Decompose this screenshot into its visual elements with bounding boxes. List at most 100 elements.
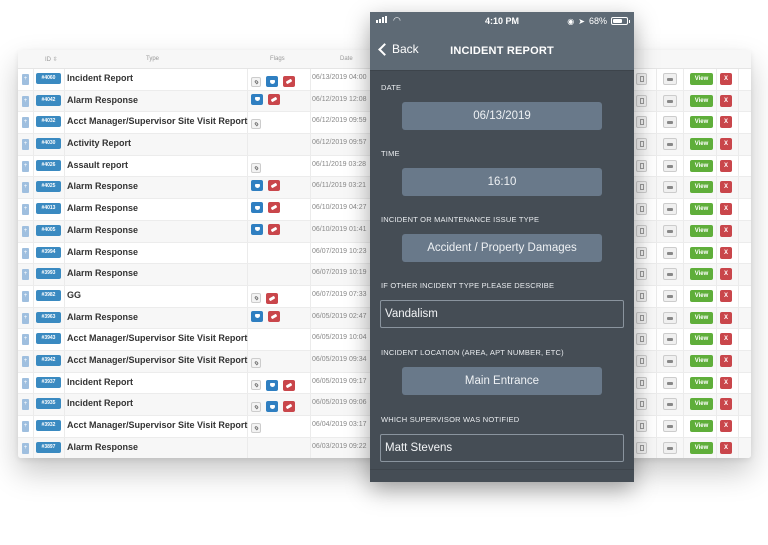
- expand-row-button[interactable]: +: [22, 182, 29, 194]
- view-button[interactable]: View: [690, 73, 713, 85]
- map-pin-icon[interactable]: [251, 119, 261, 130]
- id-badge[interactable]: #4013: [36, 203, 61, 215]
- id-badge[interactable]: #4032: [36, 116, 61, 128]
- tag-icon[interactable]: [283, 379, 295, 391]
- expand-row-button[interactable]: +: [22, 204, 29, 216]
- expand-row-button[interactable]: +: [22, 247, 29, 259]
- email-icon[interactable]: [663, 441, 677, 454]
- pdf-icon[interactable]: [636, 138, 647, 151]
- expand-row-button[interactable]: +: [22, 74, 29, 85]
- pdf-icon[interactable]: [636, 159, 647, 172]
- pdf-icon[interactable]: [636, 203, 647, 216]
- map-pin-icon[interactable]: [251, 423, 261, 433]
- expand-row-button[interactable]: +: [22, 290, 29, 302]
- pdf-icon[interactable]: [636, 420, 647, 432]
- delete-button[interactable]: X: [720, 159, 732, 172]
- map-pin-icon[interactable]: [251, 380, 261, 391]
- email-icon[interactable]: [663, 354, 677, 367]
- expand-row-button[interactable]: +: [22, 160, 29, 172]
- email-icon[interactable]: [663, 376, 677, 389]
- expand-row-button[interactable]: +: [22, 95, 29, 107]
- tag-icon[interactable]: [268, 223, 280, 235]
- view-button[interactable]: View: [690, 203, 713, 216]
- shield-icon[interactable]: [266, 379, 278, 391]
- email-icon[interactable]: [663, 398, 677, 411]
- view-button[interactable]: View: [690, 420, 713, 432]
- expand-row-button[interactable]: +: [22, 312, 29, 324]
- email-icon[interactable]: [663, 333, 677, 346]
- delete-button[interactable]: X: [720, 333, 732, 346]
- id-badge[interactable]: #3982: [36, 289, 61, 301]
- delete-button[interactable]: X: [720, 224, 732, 237]
- expand-row-button[interactable]: +: [22, 355, 29, 367]
- map-pin-icon[interactable]: [251, 76, 261, 87]
- expand-row-button[interactable]: +: [22, 442, 29, 454]
- view-button[interactable]: View: [690, 398, 713, 411]
- pdf-icon[interactable]: [636, 354, 647, 367]
- id-badge[interactable]: #3932: [36, 420, 61, 431]
- delete-button[interactable]: X: [720, 398, 732, 411]
- id-badge[interactable]: #3937: [36, 376, 61, 388]
- delete-button[interactable]: X: [720, 354, 732, 367]
- map-pin-icon[interactable]: [251, 357, 261, 368]
- expand-row-button[interactable]: +: [22, 225, 29, 237]
- view-button[interactable]: View: [690, 224, 713, 237]
- column-header-id[interactable]: ID ⇳: [45, 56, 58, 63]
- email-icon[interactable]: [663, 203, 677, 216]
- delete-button[interactable]: X: [720, 311, 732, 324]
- email-icon[interactable]: [663, 73, 677, 85]
- pdf-icon[interactable]: [636, 181, 647, 194]
- tag-icon[interactable]: [283, 401, 295, 413]
- expand-row-button[interactable]: +: [22, 139, 29, 151]
- map-pin-icon[interactable]: [251, 293, 261, 304]
- email-icon[interactable]: [663, 224, 677, 237]
- view-button[interactable]: View: [690, 289, 713, 302]
- shield-icon[interactable]: [251, 223, 263, 235]
- expand-row-button[interactable]: +: [22, 117, 29, 129]
- email-icon[interactable]: [663, 181, 677, 194]
- email-icon[interactable]: [663, 159, 677, 172]
- view-button[interactable]: View: [690, 268, 713, 281]
- pdf-icon[interactable]: [636, 73, 647, 85]
- view-button[interactable]: View: [690, 138, 713, 151]
- id-badge[interactable]: #4026: [36, 159, 61, 171]
- delete-button[interactable]: X: [720, 94, 732, 107]
- shield-icon[interactable]: [251, 93, 263, 105]
- id-badge[interactable]: #3897: [36, 441, 61, 453]
- tag-icon[interactable]: [268, 202, 280, 214]
- pdf-icon[interactable]: [636, 398, 647, 411]
- tag-icon[interactable]: [268, 310, 280, 322]
- email-icon[interactable]: [663, 138, 677, 151]
- expand-row-button[interactable]: +: [22, 334, 29, 346]
- id-badge[interactable]: #3942: [36, 354, 61, 366]
- expand-row-button[interactable]: +: [22, 269, 29, 281]
- view-button[interactable]: View: [690, 441, 713, 454]
- delete-button[interactable]: X: [720, 441, 732, 454]
- delete-button[interactable]: X: [720, 246, 732, 259]
- sort-updown-icon[interactable]: ⇳: [53, 57, 58, 63]
- id-badge[interactable]: #4005: [36, 224, 61, 236]
- expand-row-button[interactable]: +: [22, 377, 29, 389]
- supervisor-input[interactable]: Matt Stevens: [380, 434, 624, 462]
- delete-button[interactable]: X: [720, 203, 732, 216]
- shield-icon[interactable]: [251, 202, 263, 214]
- id-badge[interactable]: #4060: [36, 73, 61, 84]
- pdf-icon[interactable]: [636, 268, 647, 281]
- email-icon[interactable]: [663, 289, 677, 302]
- delete-button[interactable]: X: [720, 289, 732, 302]
- delete-button[interactable]: X: [720, 181, 732, 194]
- shield-icon[interactable]: [266, 76, 278, 87]
- tag-icon[interactable]: [283, 76, 295, 87]
- pdf-icon[interactable]: [636, 289, 647, 302]
- location-picker[interactable]: Main Entrance: [402, 367, 602, 395]
- id-badge[interactable]: #3994: [36, 246, 61, 258]
- delete-button[interactable]: X: [720, 116, 732, 129]
- expand-row-button[interactable]: +: [22, 399, 29, 411]
- map-pin-icon[interactable]: [251, 401, 261, 412]
- email-icon[interactable]: [663, 420, 677, 432]
- pdf-icon[interactable]: [636, 246, 647, 259]
- shield-icon[interactable]: [251, 310, 263, 322]
- pdf-icon[interactable]: [636, 311, 647, 324]
- pdf-icon[interactable]: [636, 224, 647, 237]
- view-button[interactable]: View: [690, 376, 713, 389]
